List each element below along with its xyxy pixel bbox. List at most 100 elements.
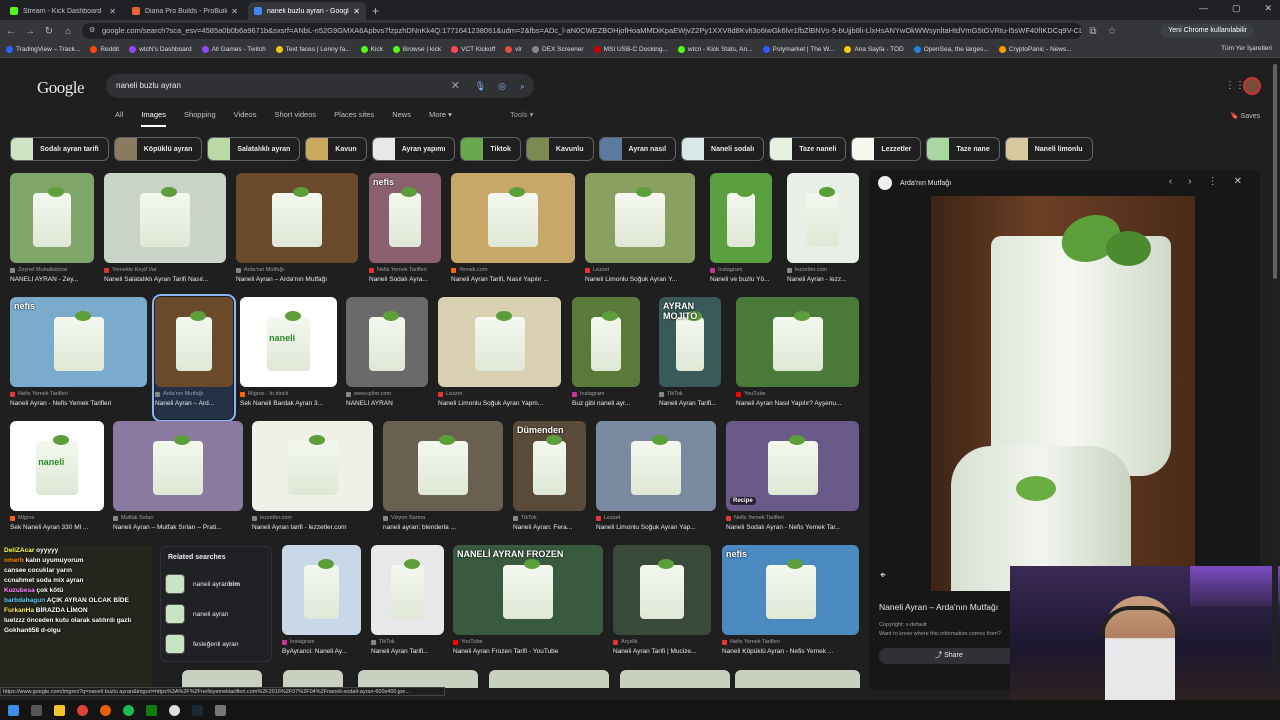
result-source[interactable]: TikTok [371, 639, 444, 645]
close-window-button[interactable]: ✕ [1264, 3, 1272, 14]
bookmark-item[interactable]: wtcN's Dashboard [129, 46, 192, 53]
chip[interactable]: Kavunlu [525, 137, 594, 161]
image-result[interactable]: Dümenden TikTok Naneli Ayran: Fera... [513, 421, 586, 543]
result-thumbnail[interactable] [104, 173, 226, 263]
result-thumbnail[interactable] [787, 173, 859, 263]
image-result[interactable]: nefis Nefis Yemek Tarifleri Naneli Ayran -… [10, 297, 147, 419]
bookmark-item[interactable]: vlr [505, 46, 522, 53]
result-thumbnail[interactable] [438, 297, 561, 387]
result-caption[interactable]: Naneli Sodalı Ayran - Nefis Yemek Tar... [726, 524, 859, 531]
result-source[interactable]: Nefis Yemek Tarifleri [10, 391, 147, 397]
result-caption[interactable]: Naneli Ayran Tarifi... [659, 400, 721, 407]
all-bookmarks-button[interactable]: Tüm Yer İşaretleri [1221, 45, 1272, 52]
result-source[interactable]: TikTok [659, 391, 721, 397]
mic-icon[interactable]: 🎙 [475, 74, 486, 98]
image-result[interactable]: lezzetler.com Naneli Ayran - lezz... [787, 173, 859, 295]
previous-icon[interactable]: ‹ [1169, 176, 1172, 187]
result-caption[interactable]: Sek Naneli Bardak Ayran 3... [240, 400, 337, 407]
lens-icon[interactable]: ◎ [498, 74, 506, 98]
result-caption[interactable]: Naneli Ayran – Ard... [155, 400, 233, 407]
saves-button[interactable]: 🔖 Saves [1230, 112, 1260, 120]
result-caption[interactable]: NANELİ AYRAN - Zey... [10, 276, 94, 283]
back-icon[interactable]: ← [3, 26, 19, 37]
related-item[interactable]: naneli ayran [165, 603, 228, 625]
explorer-icon[interactable] [54, 704, 65, 716]
result-thumbnail[interactable]: nefis [369, 173, 441, 263]
result-caption[interactable]: Naneli Salatalıklı Ayran Tarifi Nasıl... [104, 276, 226, 283]
chrome-update-chip[interactable]: Yeni Chrome kullanılabilir [1161, 24, 1254, 38]
image-result[interactable]: lezzetler.com Naneli Ayran tarifi - lezze… [252, 421, 373, 543]
result-source[interactable]: Migros [10, 515, 104, 521]
close-tab-icon[interactable]: ✕ [109, 7, 116, 16]
result-caption[interactable]: Naneli Ayran – Mutfak Sırları – Prati... [113, 524, 243, 531]
result-caption[interactable]: Naneli Ayran – Arda'nın Mutfağı [236, 276, 358, 283]
image-result[interactable]: Zeynel Muhallebicisi NANELİ AYRAN - Zey..… [10, 173, 94, 295]
share-button[interactable]: ⤴ Share [879, 648, 1019, 664]
chip[interactable]: Taze naneli [769, 137, 847, 161]
result-thumbnail[interactable] [10, 173, 94, 263]
result-source[interactable]: www.qrlim.com [346, 391, 428, 397]
result-caption[interactable]: Naneli Ayran - Nefis Yemek Tarifleri [10, 400, 147, 407]
chip[interactable]: Ayran nasıl [598, 137, 677, 161]
image-result[interactable]: Mutfak Sırları Naneli Ayran – Mutfak Sırl… [113, 421, 243, 543]
image-result[interactable]: TikTok Naneli Ayran Tarifi... [371, 545, 444, 667]
related-item[interactable]: fesleğenli ayran [165, 633, 239, 655]
google-logo[interactable]: Google [37, 78, 85, 98]
start-icon[interactable] [8, 704, 19, 716]
bookmark-item[interactable]: CryptoPanic - News... [998, 46, 1072, 53]
steam-icon[interactable] [192, 704, 203, 716]
result-caption[interactable]: Sek Naneli Ayran 330 Ml ... [10, 524, 104, 531]
image-result[interactable]: naneli Migros Sek Naneli Ayran 330 Ml ... [10, 421, 104, 543]
image-result[interactable]: AYRAN MOJITO TikTok Naneli Ayran Tarifi... [659, 297, 721, 419]
more-options-icon[interactable]: ⋮ [1208, 176, 1218, 187]
result-caption[interactable]: NANELİ AYRAN [346, 400, 428, 407]
chip[interactable]: Naneli limonlu [1004, 137, 1093, 161]
result-caption[interactable]: Naneli Ayran Nasıl Yapılır? Ayşenu... [736, 400, 859, 407]
result-source[interactable]: lezzetler.com [252, 515, 373, 521]
result-caption[interactable]: Naneli Ayran Frozen Tarifi - YouTube [453, 648, 603, 655]
image-result-partial[interactable] [489, 670, 609, 688]
result-source[interactable]: TikTok [513, 515, 586, 521]
image-result[interactable]: NANELİ AYRAN FROZEN YouTube Naneli Ayran F… [453, 545, 603, 667]
bookmark-item[interactable]: Browse | kick [392, 46, 441, 53]
image-result[interactable]: nefis Nefis Yemek Tarifleri Naneli Köpüklü… [722, 545, 859, 667]
bookmark-star-icon[interactable]: ☆ [1104, 26, 1120, 37]
image-result-partial[interactable] [283, 670, 343, 688]
image-result[interactable]: Lezzet Naneli Limonlu Soğuk Ayran Yap... [596, 421, 716, 543]
next-icon[interactable]: › [1188, 176, 1191, 187]
result-thumbnail[interactable] [252, 421, 373, 511]
image-result-partial[interactable] [735, 670, 860, 688]
result-caption[interactable]: Naneli Limonlu Soğuk Ayran Y... [585, 276, 695, 283]
image-result[interactable]: Instagram Naneli ve buzlu Yö... [710, 173, 772, 295]
bookmark-item[interactable]: OpenSea, the larges... [913, 46, 989, 53]
image-result[interactable]: Instagram ByAyranci: Naneli Ay... [282, 545, 361, 667]
image-result[interactable]: Lezzet Naneli Limonlu Soğuk Ayran Y... [585, 173, 695, 295]
preview-image[interactable] [931, 196, 1195, 591]
result-source[interactable]: Arçelik [613, 639, 711, 645]
result-thumbnail[interactable] [585, 173, 695, 263]
extensions-icon[interactable]: ⧉ [1085, 26, 1101, 37]
nav-images[interactable]: Images [141, 110, 166, 127]
search-box[interactable]: naneli buzlu ayran ✕ 🎙 ◎ ⌕ [106, 74, 534, 98]
close-tab-icon[interactable]: ✕ [353, 7, 360, 16]
site-info-icon[interactable]: ⚙ [89, 23, 95, 39]
settings-icon[interactable] [215, 704, 226, 716]
image-result[interactable]: naneli Migros · In stock Sek Naneli Bardak… [240, 297, 337, 419]
result-thumbnail[interactable]: Dümenden [513, 421, 586, 511]
chip[interactable]: Salatalıklı ayran [207, 137, 301, 161]
result-thumbnail[interactable] [282, 545, 361, 635]
result-caption[interactable]: Naneli Ayran: Fera... [513, 524, 586, 531]
result-caption[interactable]: Naneli Ayran Tarifi, Nasıl Yapılır ... [451, 276, 575, 283]
nav-more[interactable]: More ▾ [429, 110, 452, 127]
image-result-partial[interactable] [620, 670, 730, 688]
image-result[interactable]: www.qrlim.com NANELİ AYRAN [346, 297, 428, 419]
image-result[interactable]: Yemek.com Naneli Ayran Tarifi, Nasıl Yapı… [451, 173, 575, 295]
result-source[interactable]: Lezzet [438, 391, 561, 397]
search-input[interactable]: naneli buzlu ayran [116, 81, 181, 90]
home-icon[interactable]: ⌂ [60, 26, 76, 37]
result-source[interactable]: Instagram [282, 639, 361, 645]
result-source[interactable]: YouTube [453, 639, 603, 645]
search-icon[interactable] [31, 704, 42, 716]
tab-google-search[interactable]: naneli buzlu ayran - Google Se ✕ [248, 2, 366, 20]
chip[interactable]: Naneli sodalı [681, 137, 765, 161]
